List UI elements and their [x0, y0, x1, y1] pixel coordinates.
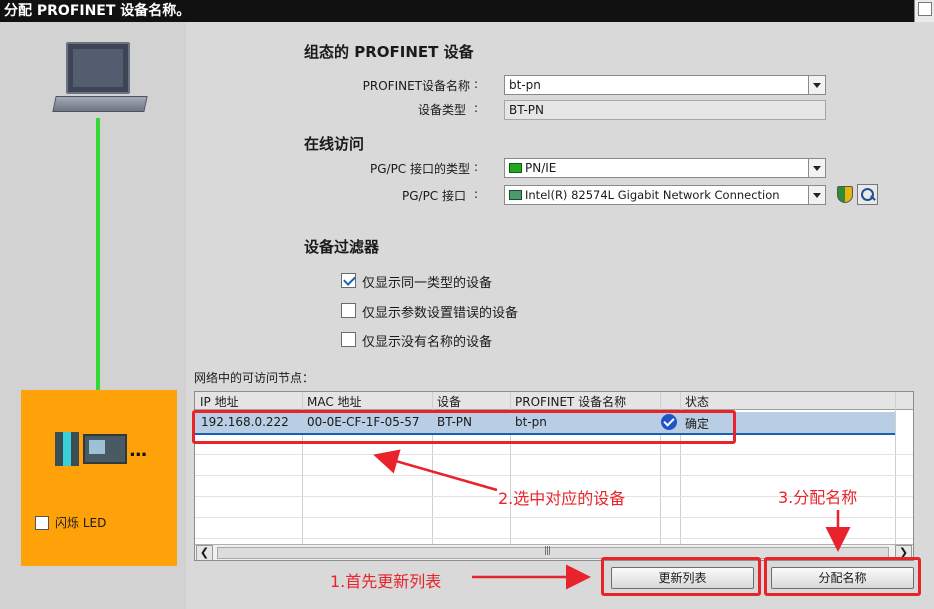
network-card-icon: [509, 190, 522, 200]
interface-type-value: PN/IE: [525, 161, 557, 175]
scroll-left-icon[interactable]: ❮: [196, 545, 213, 560]
column-header-device[interactable]: 设备: [437, 393, 461, 410]
configured-device-title: 组态的 PROFINET 设备: [304, 43, 474, 61]
interface-value: Intel(R) 82574L Gigabit Network Connecti…: [525, 188, 780, 202]
flash-led-checkbox[interactable]: [35, 516, 49, 530]
interface-type-label: PG/PC 接口的类型: [369, 162, 470, 176]
window-title: 分配 PROFINET 设备名称。: [4, 3, 191, 19]
device-type-label: 设备类型: [417, 103, 466, 117]
column-header-profinet-name[interactable]: PROFINET 设备名称: [515, 393, 626, 410]
interface-type-combobox[interactable]: PN/IE: [504, 158, 826, 178]
search-icon[interactable]: [857, 184, 878, 205]
accessible-nodes-caption: 网络中的可访问节点：: [194, 371, 315, 385]
device-name-label: PROFINET设备名称: [362, 79, 470, 93]
flash-led-label: 闪烁 LED: [55, 516, 107, 530]
column-header-status[interactable]: 状态: [685, 393, 709, 410]
pg-pc-icon: [52, 42, 148, 118]
annotation-update-highlight: [601, 557, 761, 596]
device-name-value: bt-pn: [509, 78, 541, 92]
device-name-combobox[interactable]: bt-pn: [504, 75, 826, 95]
window-title-bar: 分配 PROFINET 设备名称。: [0, 0, 934, 22]
window-close-button[interactable]: [914, 0, 934, 22]
chevron-down-icon[interactable]: [808, 159, 825, 177]
interface-label: PG/PC 接口: [401, 189, 466, 203]
annotation-step-1: 1.首先更新列表: [330, 572, 442, 591]
filter-same-type-label: 仅显示同一类型的设备: [362, 276, 493, 291]
column-header-mac[interactable]: MAC 地址: [307, 393, 362, 410]
device-type-field: BT-PN: [504, 100, 826, 120]
annotation-step-2: 2.选中对应的设备: [498, 489, 626, 508]
filter-same-type-checkbox[interactable]: [341, 273, 356, 288]
filter-param-error-label: 仅显示参数设置错误的设备: [362, 306, 519, 321]
column-header-ip[interactable]: IP 地址: [200, 393, 239, 410]
chevron-down-icon[interactable]: [808, 76, 825, 94]
shield-icon[interactable]: [836, 185, 853, 203]
pn-ie-icon: [509, 163, 522, 173]
interface-combobox[interactable]: Intel(R) 82574L Gigabit Network Connecti…: [504, 185, 826, 205]
online-access-title: 在线访问: [304, 135, 365, 153]
annotation-step-3: 3.分配名称: [778, 488, 858, 507]
annotation-assign-highlight: [764, 557, 921, 596]
filter-no-name-checkbox[interactable]: [341, 332, 356, 347]
filter-no-name-label: 仅显示没有名称的设备: [362, 335, 493, 350]
target-device-box[interactable]: ... 闪烁 LED: [21, 390, 177, 566]
device-filter-title: 设备过滤器: [304, 238, 380, 256]
filter-param-error-checkbox[interactable]: [341, 303, 356, 318]
annotation-row-highlight: [192, 410, 736, 444]
chevron-down-icon[interactable]: [808, 186, 825, 204]
plc-device-icon: ...: [55, 432, 155, 468]
device-type-value: BT-PN: [509, 103, 545, 117]
